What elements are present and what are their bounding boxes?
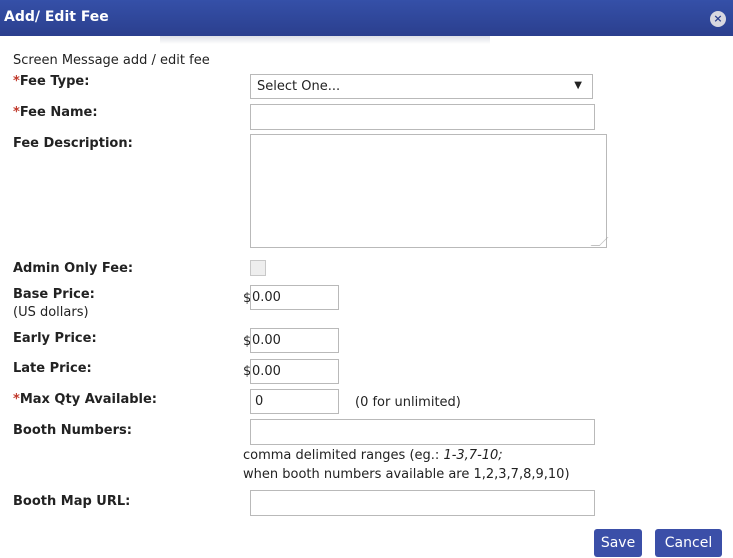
early-price-label: Early Price: xyxy=(13,331,97,346)
dialog-title: Add/ Edit Fee xyxy=(4,9,109,25)
booth-map-url-input[interactable] xyxy=(250,490,595,516)
fee-type-select[interactable]: Select One... ▼ xyxy=(250,74,593,99)
fee-type-value: Select One... xyxy=(257,79,341,94)
booth-numbers-hint: comma delimited ranges (eg.: 1-3,7-10; xyxy=(243,448,503,463)
close-icon[interactable]: × xyxy=(710,11,726,27)
cancel-button[interactable]: Cancel xyxy=(655,529,722,557)
max-qty-input[interactable] xyxy=(250,389,339,414)
fee-description-label: Fee Description: xyxy=(13,136,133,151)
screen-message: Screen Message add / edit fee xyxy=(13,53,210,68)
base-price-input[interactable] xyxy=(250,285,339,310)
booth-map-url-label: Booth Map URL: xyxy=(13,494,131,509)
early-price-input[interactable] xyxy=(250,328,339,353)
required-marker: * xyxy=(13,74,20,89)
fee-name-input[interactable] xyxy=(250,104,595,130)
fee-name-label: *Fee Name: xyxy=(13,105,98,120)
admin-only-label: Admin Only Fee: xyxy=(13,261,134,276)
base-price-label: Base Price: xyxy=(13,287,95,302)
max-qty-label: *Max Qty Available: xyxy=(13,392,158,407)
save-button[interactable]: Save xyxy=(594,529,642,557)
admin-only-checkbox[interactable] xyxy=(250,260,266,276)
booth-numbers-label: Booth Numbers: xyxy=(13,423,132,438)
booth-numbers-input[interactable] xyxy=(250,419,595,445)
fee-description-textarea[interactable] xyxy=(250,134,609,248)
booth-numbers-example: 1-3,7-10; xyxy=(443,448,503,463)
booth-numbers-hint-line2: when booth numbers available are 1,2,3,7… xyxy=(243,467,570,482)
late-price-label: Late Price: xyxy=(13,361,92,376)
header-shadow xyxy=(160,36,490,44)
fee-type-label: *Fee Type: xyxy=(13,74,90,89)
base-price-sublabel: (US dollars) xyxy=(13,305,89,320)
max-qty-hint: (0 for unlimited) xyxy=(355,395,461,410)
chevron-down-icon: ▼ xyxy=(574,80,582,91)
late-price-input[interactable] xyxy=(250,359,339,384)
resize-grip-icon[interactable] xyxy=(590,237,609,246)
dialog-titlebar: Add/ Edit Fee × xyxy=(0,0,733,36)
